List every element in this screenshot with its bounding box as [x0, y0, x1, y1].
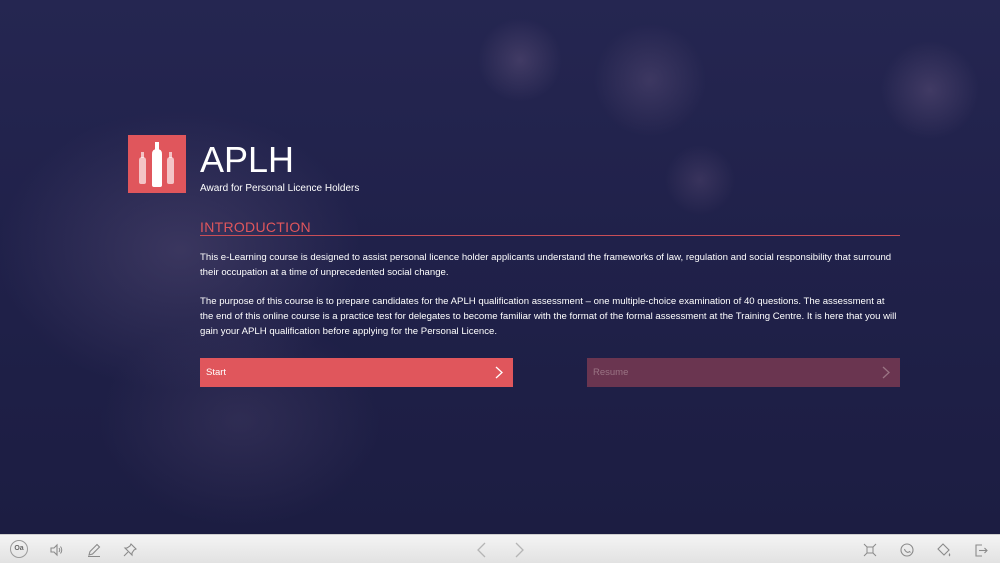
start-button-label: Start: [206, 367, 227, 378]
course-subtitle: Award for Personal Licence Holders: [200, 183, 360, 194]
heading-divider: [200, 235, 900, 236]
forward-arrow-icon[interactable]: [511, 542, 527, 558]
pen-icon[interactable]: [86, 542, 102, 558]
intro-paragraph-1: This e-Learning course is designed to as…: [200, 252, 892, 278]
exit-icon[interactable]: [973, 542, 989, 558]
back-arrow-icon[interactable]: [474, 542, 490, 558]
chevron-right-icon: [882, 366, 890, 379]
fill-icon[interactable]: [936, 542, 952, 558]
section-heading: INTRODUCTION: [200, 219, 311, 235]
intro-paragraph-2: The purpose of this course is to prepare…: [200, 296, 897, 337]
audio-icon[interactable]: [48, 542, 64, 558]
resume-button-label: Resume: [593, 367, 629, 378]
resume-button[interactable]: Resume: [587, 358, 900, 387]
bottom-toolbar: Oa: [0, 534, 1000, 563]
background-stage: APLH Award for Personal Licence Holders …: [0, 0, 1000, 534]
course-logo: [128, 135, 186, 193]
help-icon[interactable]: [899, 542, 915, 558]
chevron-right-icon: [495, 366, 503, 379]
course-title: APLH: [200, 139, 295, 180]
fullscreen-icon[interactable]: [862, 542, 878, 558]
bottles-icon: [139, 142, 174, 187]
pin-icon[interactable]: [122, 542, 138, 558]
start-button[interactable]: Start: [200, 358, 513, 387]
font-size-icon[interactable]: Oa: [10, 540, 28, 558]
